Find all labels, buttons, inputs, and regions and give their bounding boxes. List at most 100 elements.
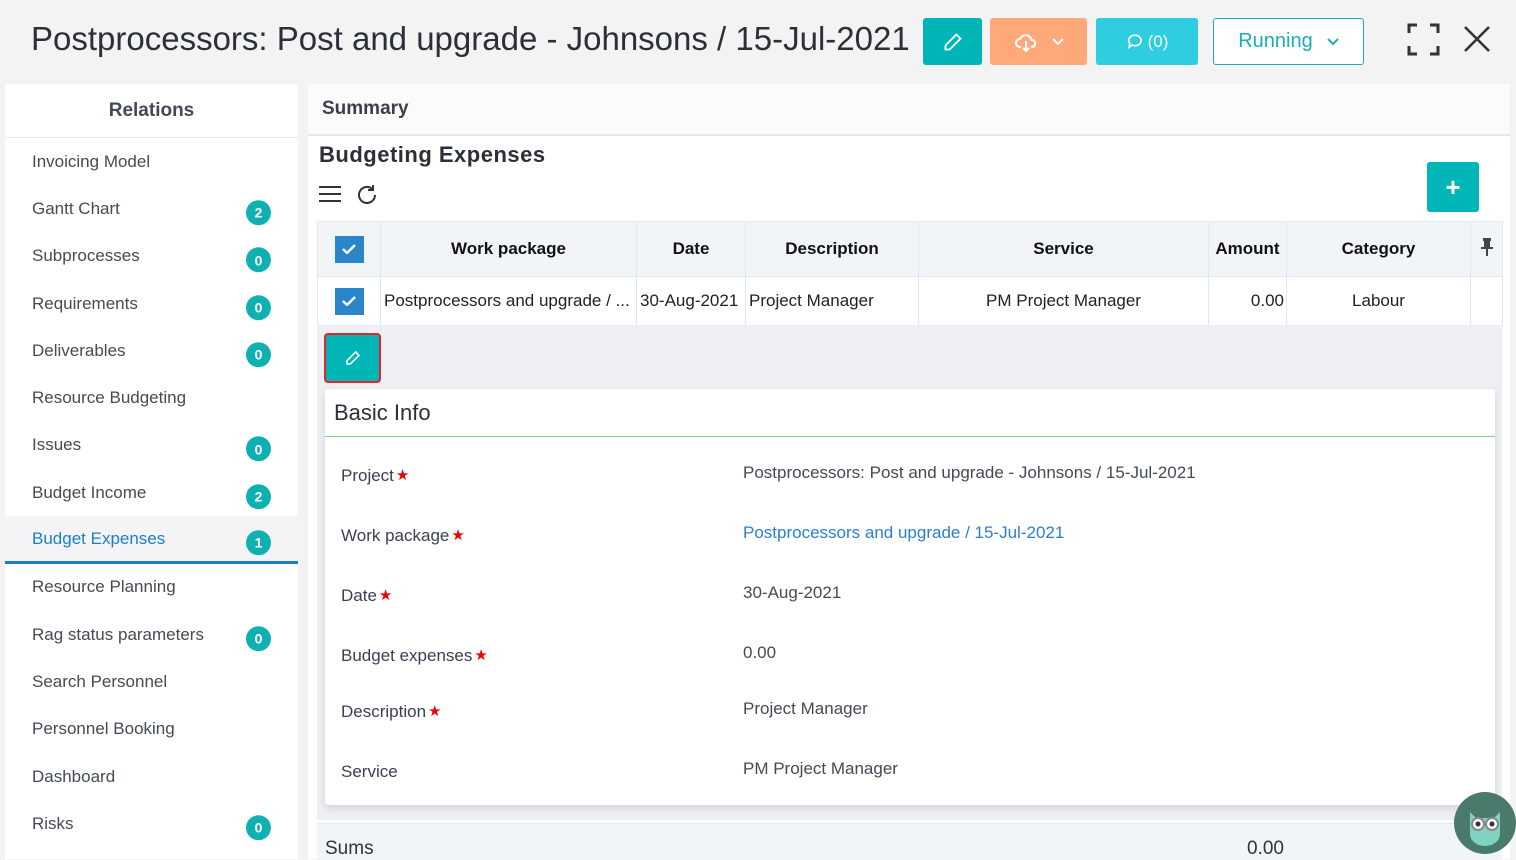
col-header-description[interactable]: Description (745, 221, 919, 277)
sidebar-item-label: Requirements (32, 293, 138, 313)
sidebar-item-label: Resource Budgeting (32, 388, 187, 408)
plus-icon: + (1445, 171, 1461, 202)
count-badge: 0 (246, 247, 271, 273)
menu-icon[interactable] (319, 185, 341, 203)
sidebar-title: Relations (5, 84, 298, 138)
card-title: Basic Info (325, 389, 1495, 437)
cell-amount: 0.00 (1208, 276, 1287, 326)
pencil-icon (345, 350, 360, 365)
field-label-date: Date ★ (341, 586, 392, 606)
field-label-text: Date (341, 586, 377, 605)
chevron-down-icon (1051, 37, 1064, 45)
sidebar-item-label: Budget Expenses (32, 528, 166, 548)
cell-work-package[interactable]: Postprocessors and upgrade / ... (380, 276, 637, 326)
row-edit-button[interactable] (324, 333, 381, 383)
field-value-service: PM Project Manager (743, 759, 898, 778)
fullscreen-icon[interactable] (1407, 23, 1440, 56)
relations-sidebar: Relations Invoicing Model Gantt Chart 2 Sub… (5, 84, 298, 859)
check-icon (342, 244, 356, 254)
field-label-budget-expenses: Budget expenses ★ (341, 646, 488, 666)
col-header-amount[interactable]: Amount (1208, 221, 1287, 277)
sidebar-item-risks[interactable]: Risks 0 (5, 800, 298, 847)
sidebar-item-label: Risks (32, 813, 74, 833)
close-icon[interactable] (1463, 25, 1491, 53)
field-label-work-package: Work package ★ (341, 526, 465, 546)
pin-column-cell[interactable] (1470, 221, 1503, 277)
field-label-project: Project ★ (341, 466, 409, 486)
required-star-icon: ★ (378, 587, 393, 604)
col-header-category[interactable]: Category (1286, 221, 1471, 277)
section-title: Budgeting Expenses (319, 142, 546, 167)
comment-icon (1127, 33, 1142, 49)
sidebar-item-label: Personnel Booking (32, 719, 175, 739)
sidebar-item-gantt-chart[interactable]: Gantt Chart 2 (5, 185, 298, 232)
tab-summary[interactable]: Summary (308, 84, 1510, 136)
comments-button[interactable]: (0) (1096, 18, 1198, 65)
sidebar-item-label: Subprocesses (32, 246, 140, 266)
sidebar-item-personnel-booking[interactable]: Personnel Booking (5, 706, 298, 753)
sidebar-item-label: Budget Income (32, 482, 147, 502)
table-row[interactable]: Postprocessors and upgrade / ... 30-Aug-… (317, 276, 1503, 326)
sidebar-item-dashboard[interactable]: Dashboard (5, 753, 298, 800)
sidebar-item-label: Deliverables (32, 340, 126, 360)
sidebar-item-resource-planning[interactable]: Resource Planning (5, 564, 298, 611)
add-button[interactable]: + (1427, 162, 1479, 212)
sidebar-item-subprocesses[interactable]: Subprocesses 0 (5, 233, 298, 280)
status-dropdown[interactable]: Running (1213, 18, 1364, 65)
table-header-row: Work package Date Description Service Am… (317, 221, 1503, 277)
page-title: Postprocessors: Post and upgrade - Johns… (31, 20, 910, 57)
download-dropdown-button[interactable] (990, 18, 1087, 65)
row-select-cell[interactable] (317, 276, 381, 326)
basic-info-card: Basic Info Project ★ Postprocessors: Post … (325, 389, 1495, 805)
select-all-cell[interactable] (317, 221, 381, 277)
cell-service[interactable]: PM Project Manager (918, 276, 1209, 326)
field-value-date: 30-Aug-2021 (743, 583, 842, 602)
top-bar: Postprocessors: Post and upgrade - Johns… (0, 0, 1516, 84)
sidebar-item-label: Issues (32, 435, 82, 455)
count-badge: 2 (246, 200, 271, 226)
cell-pin (1470, 276, 1503, 326)
sidebar-item-label: Gantt Chart (32, 198, 120, 218)
field-value-budget-expenses: 0.00 (743, 643, 777, 662)
sums-row: Sums 0.00 (317, 823, 1502, 859)
sidebar-item-issues[interactable]: Issues 0 (5, 422, 298, 469)
row-checkbox[interactable] (334, 287, 364, 315)
sidebar-item-label: Search Personnel (32, 671, 168, 691)
sidebar-item-search-personnel[interactable]: Search Personnel (5, 658, 298, 705)
field-value-work-package[interactable]: Postprocessors and upgrade / 15-Jul-2021 (743, 523, 1064, 543)
field-value-description: Project Manager (743, 699, 868, 718)
sidebar-item-deliverables[interactable]: Deliverables 0 (5, 327, 298, 374)
sidebar-item-resource-budgeting[interactable]: Resource Budgeting (5, 374, 298, 421)
col-header-work-package[interactable]: Work package (380, 221, 637, 277)
sidebar-item-label: Dashboard (32, 766, 116, 786)
col-header-service[interactable]: Service (918, 221, 1209, 277)
pin-icon (1480, 237, 1493, 256)
count-badge: 0 (246, 342, 271, 368)
sums-amount: 0.00 (1247, 838, 1284, 859)
select-all-checkbox[interactable] (334, 235, 364, 263)
field-label-text: Service (341, 762, 398, 781)
sidebar-item-requirements[interactable]: Requirements 0 (5, 280, 298, 327)
sidebar-item-label: Invoicing Model (32, 151, 151, 171)
sidebar-item-budget-income[interactable]: Budget Income 2 (5, 469, 298, 516)
owl-icon (1470, 812, 1500, 846)
sidebar-item-rag-status-parameters[interactable]: Rag status parameters 0 (5, 611, 298, 658)
required-star-icon: ★ (451, 527, 465, 544)
assistant-avatar[interactable] (1454, 792, 1516, 854)
refresh-icon[interactable] (355, 183, 379, 207)
required-star-icon: ★ (474, 647, 488, 664)
sidebar-item-invoicing-model[interactable]: Invoicing Model (5, 138, 298, 185)
required-star-icon: ★ (395, 467, 410, 484)
required-star-icon: ★ (428, 703, 442, 720)
col-header-date[interactable]: Date (636, 221, 746, 277)
edit-button[interactable] (923, 18, 982, 65)
sidebar-item-budget-expenses[interactable]: Budget Expenses 1 (5, 516, 298, 564)
main-panel: Summary Budgeting Expenses + Work packag… (308, 84, 1510, 859)
cell-date: 30-Aug-2021 (636, 276, 746, 326)
status-label: Running (1238, 30, 1313, 52)
field-label-text: Project (341, 466, 394, 485)
field-label-text: Budget expenses (341, 646, 473, 665)
count-badge: 0 (246, 294, 271, 320)
sidebar-item-label: Resource Planning (32, 577, 176, 597)
field-label-text: Work package (341, 526, 450, 545)
